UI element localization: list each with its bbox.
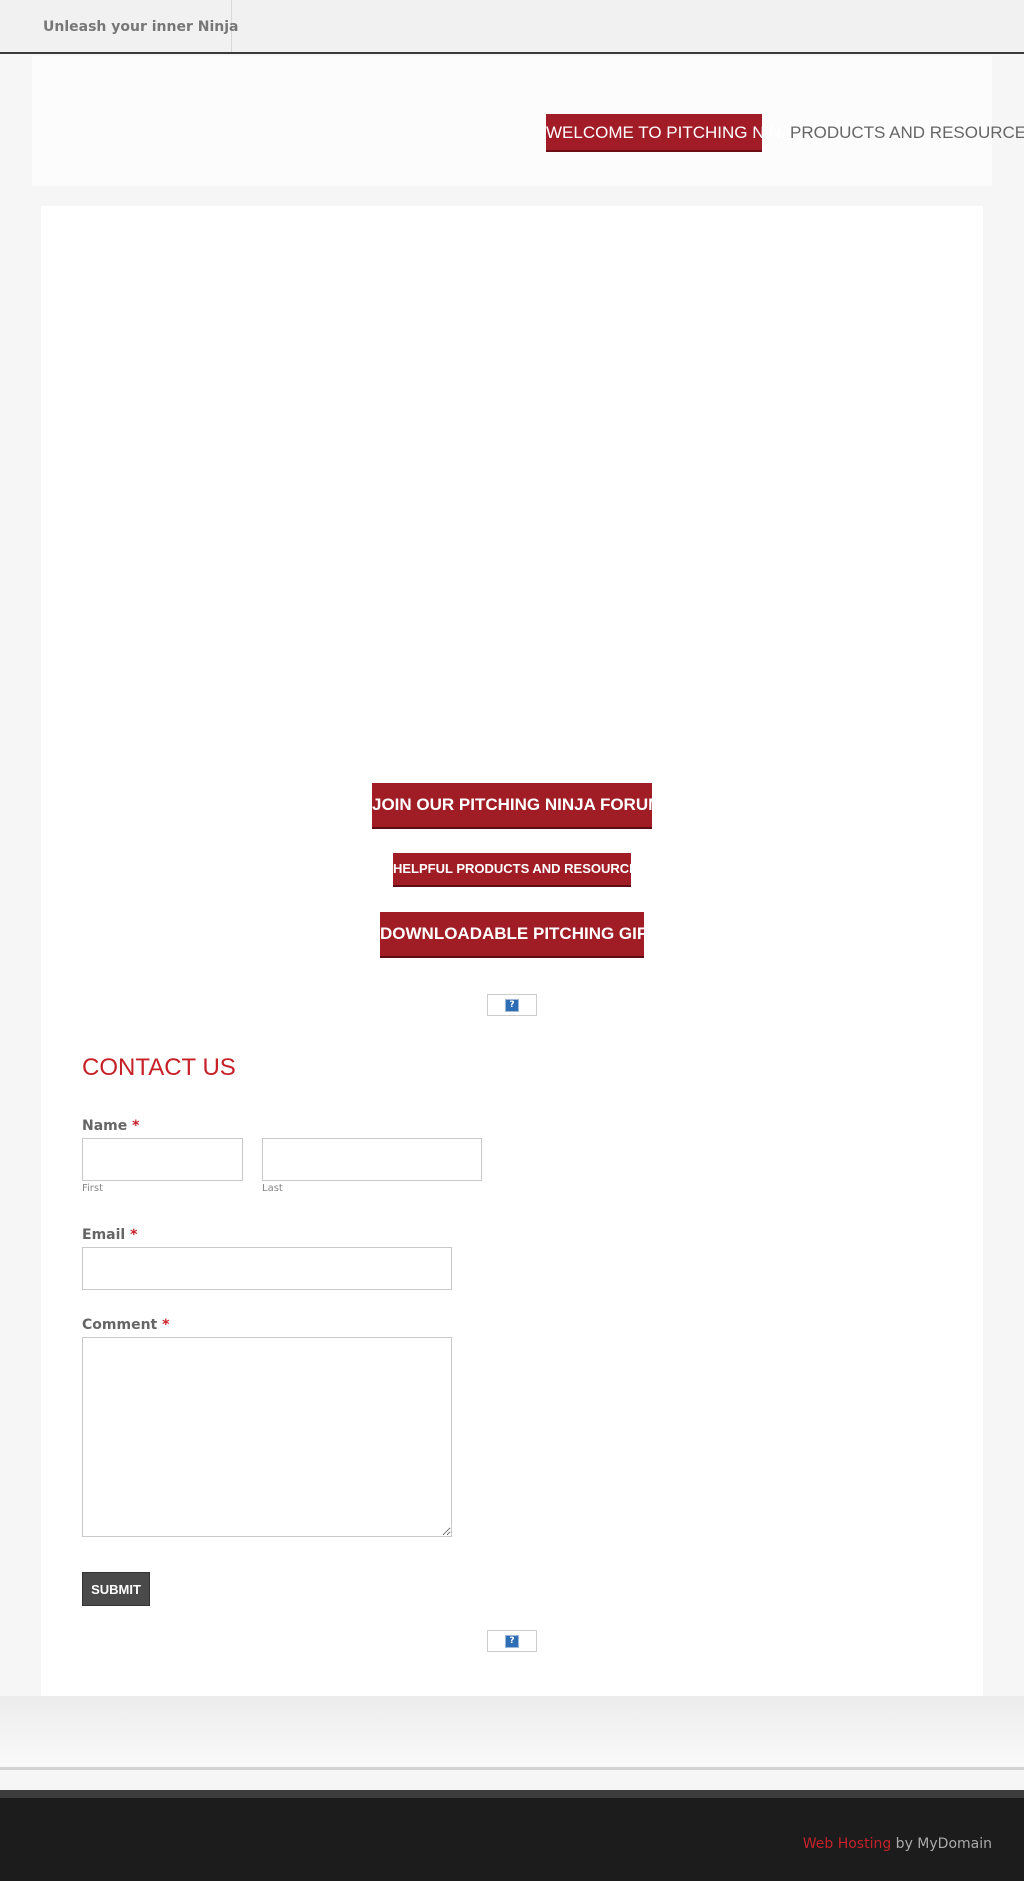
name-label-text: Name: [82, 1118, 128, 1134]
site-footer: Web Hosting by MyDomain: [0, 1790, 1024, 1881]
downloadable-gifs-button[interactable]: DOWNLOADABLE PITCHING GIFS: [380, 912, 659, 958]
last-sublabel: Last: [262, 1183, 283, 1194]
required-mark: *: [132, 1118, 140, 1134]
broken-image-icon: ?: [505, 1635, 519, 1648]
join-forum-button[interactable]: JOIN OUR PITCHING NINJA FORUM: [372, 783, 662, 829]
submit-button[interactable]: SUBMIT: [82, 1572, 150, 1606]
comment-label-text: Comment: [82, 1317, 158, 1333]
first-sublabel: First: [82, 1183, 104, 1194]
content-bottom-band: [0, 1696, 1024, 1770]
contact-us-heading: CONTACT US: [82, 1054, 236, 1081]
web-hosting-link[interactable]: Web Hosting: [803, 1836, 892, 1852]
required-mark: *: [130, 1227, 138, 1243]
broken-image-icon: ?: [505, 999, 519, 1012]
comment-textarea[interactable]: [82, 1337, 452, 1537]
main-content: JOIN OUR PITCHING NINJA FORUM HELPFUL PR…: [41, 206, 983, 1696]
email-label: Email *: [82, 1227, 137, 1243]
last-name-field[interactable]: [262, 1138, 482, 1181]
helpful-products-button[interactable]: HELPFUL PRODUCTS AND RESOURCES: [393, 853, 647, 887]
comment-label: Comment *: [82, 1317, 169, 1333]
email-label-text: Email: [82, 1227, 126, 1243]
broken-image-placeholder: ?: [487, 994, 537, 1016]
site-tagline: Unleash your inner Ninja: [0, 0, 238, 52]
first-name-field[interactable]: [82, 1138, 243, 1181]
nav-item-welcome[interactable]: WELCOME TO PITCHING NINJA: [546, 114, 801, 152]
footer-by-text: by MyDomain: [891, 1836, 992, 1852]
site-header: WELCOME TO PITCHING NINJA PRODUCTS AND R…: [32, 56, 1024, 186]
nav-item-products[interactable]: PRODUCTS AND RESOURCES: [786, 114, 1024, 152]
email-field[interactable]: [82, 1247, 452, 1290]
required-mark: *: [162, 1317, 170, 1333]
top-bar: Unleash your inner Ninja: [0, 0, 1024, 54]
name-label: Name *: [82, 1118, 139, 1134]
broken-image-placeholder: ?: [487, 1630, 537, 1652]
footer-credit: Web Hosting by MyDomain: [803, 1836, 992, 1852]
